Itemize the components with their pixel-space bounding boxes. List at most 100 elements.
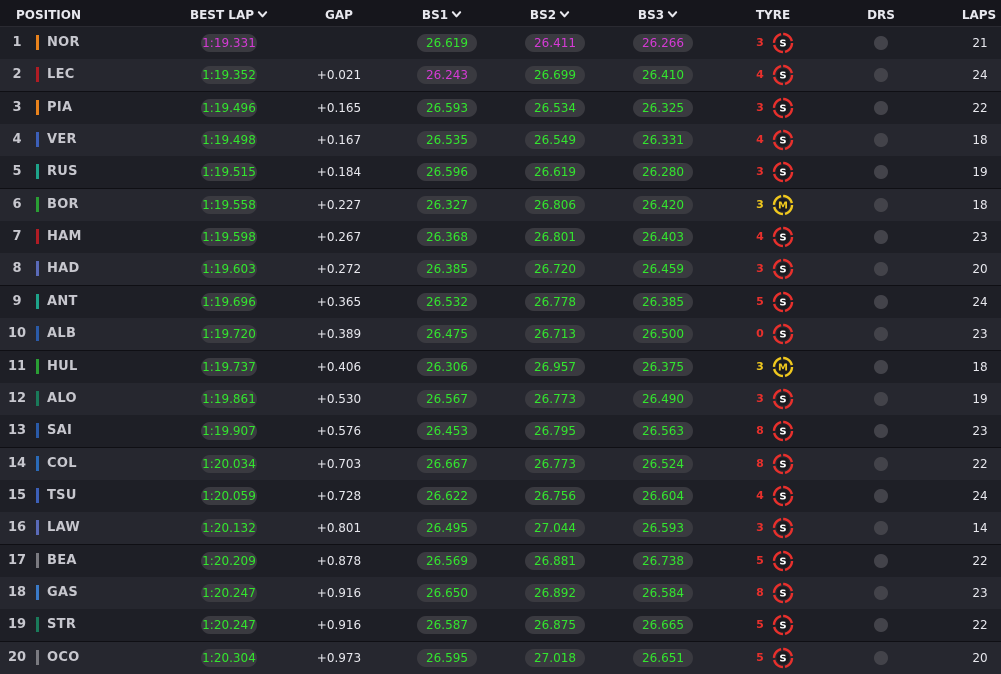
soft-tyre-icon: S — [772, 65, 794, 86]
table-row[interactable]: 8 HAD 1:19.603 +0.272 26.385 26.720 26.459 3 S 20 — [0, 253, 1001, 286]
team-color-bar — [36, 617, 39, 633]
best-lap-time: 1:20.034 — [201, 454, 257, 473]
chevron-down-icon — [451, 11, 462, 18]
position-number: 1 — [12, 35, 22, 50]
bs2-time: 26.773 — [525, 389, 585, 408]
soft-tyre-icon: S — [772, 259, 794, 280]
tyre-age: 3 — [756, 391, 764, 405]
bs2-time: 26.881 — [525, 551, 585, 570]
bs1-time: 26.595 — [417, 648, 477, 667]
table-row[interactable]: 3 PIA 1:19.496 +0.165 26.593 26.534 26.325 3 S 22 — [0, 91, 1001, 124]
bs1-time: 26.667 — [417, 454, 477, 473]
driver-code: NOR — [47, 35, 80, 50]
chevron-down-icon — [667, 11, 678, 18]
team-color-bar — [36, 293, 39, 309]
tyre-compound-letter: S — [779, 330, 786, 341]
tyre-compound-letter: S — [779, 427, 786, 438]
team-color-bar — [36, 584, 39, 600]
bs1-time: 26.453 — [417, 422, 477, 441]
tyre-compound-letter: S — [779, 653, 786, 664]
header-tyre[interactable]: TYRE — [748, 0, 798, 27]
header-gap-label: GAP — [325, 8, 353, 22]
table-row[interactable]: 13 SAI 1:19.907 +0.576 26.453 26.795 26.563 8 S 2… — [0, 415, 1001, 448]
bs3-time: 26.584 — [633, 583, 693, 602]
table-row[interactable]: 6 BOR 1:19.558 +0.227 26.327 26.806 26.420 3 M 18 — [0, 188, 1001, 221]
drs-indicator — [874, 424, 888, 439]
position-number: 10 — [7, 326, 27, 342]
drs-indicator — [874, 618, 888, 633]
team-color-bar — [36, 35, 39, 50]
gap-value: +0.728 — [316, 488, 362, 503]
table-row[interactable]: 20 OCO 1:20.304 +0.973 26.595 27.018 26.651 5 S 2… — [0, 641, 1001, 674]
table-row[interactable]: 15 TSU 1:20.059 +0.728 26.622 26.756 26.604 4 S 2… — [0, 479, 1001, 512]
bs2-time: 26.713 — [525, 325, 585, 344]
header-best-lap[interactable]: BEST LAP — [188, 0, 270, 27]
table-row[interactable]: 1 NOR 1:19.331 26.619 26.411 26.266 3 S 21 — [0, 27, 1001, 59]
table-row[interactable]: 9 ANT 1:19.696 +0.365 26.532 26.778 26.385 5 S 24 — [0, 285, 1001, 318]
bs2-time: 26.875 — [525, 616, 585, 635]
tyre-age: 3 — [756, 165, 764, 179]
team-color-bar — [36, 261, 39, 277]
soft-tyre-icon: S — [772, 485, 794, 507]
tyre-compound-letter: S — [779, 136, 786, 147]
gap-value: +0.916 — [316, 618, 362, 633]
table-row[interactable]: 17 BEA 1:20.209 +0.878 26.569 26.881 26.738 5 S 2… — [0, 544, 1001, 577]
team-color-bar — [36, 649, 39, 665]
team-color-bar — [36, 67, 39, 83]
gap-value: +0.916 — [316, 585, 362, 600]
soft-tyre-icon: S — [772, 550, 794, 571]
header-bs1[interactable]: BS1 — [412, 0, 472, 27]
position-number: 17 — [7, 552, 27, 568]
table-row[interactable]: 2 LEC 1:19.352 +0.021 26.243 26.699 26.410 4 S 24 — [0, 59, 1001, 92]
gap-value: +0.703 — [316, 456, 362, 471]
table-row[interactable]: 4 VER 1:19.498 +0.167 26.535 26.549 26.331 4 S 18 — [0, 124, 1001, 157]
team-color-bar — [36, 390, 39, 406]
header-laps[interactable]: LAPS — [958, 0, 1000, 27]
table-row[interactable]: 12 ALO 1:19.861 +0.530 26.567 26.773 26.490 3 S 1… — [0, 382, 1001, 415]
bs3-time: 26.459 — [633, 260, 693, 279]
table-row[interactable]: 19 STR 1:20.247 +0.916 26.587 26.875 26.665 5 S 2… — [0, 609, 1001, 642]
team-color-bar — [36, 164, 39, 180]
best-lap-time: 1:19.515 — [201, 163, 257, 182]
drs-indicator — [874, 488, 888, 503]
best-lap-time: 1:19.496 — [201, 98, 257, 117]
gap-value: +0.184 — [316, 165, 362, 180]
soft-tyre-icon: S — [772, 453, 794, 474]
table-row[interactable]: 10 ALB 1:19.720 +0.389 26.475 26.713 26.500 0 S 2… — [0, 318, 1001, 351]
best-lap-time: 1:19.737 — [201, 357, 257, 376]
gap-value: +0.576 — [316, 424, 362, 439]
header-gap[interactable]: GAP — [310, 0, 368, 27]
table-row[interactable]: 18 GAS 1:20.247 +0.916 26.650 26.892 26.584 8 S 2… — [0, 576, 1001, 609]
table-row[interactable]: 11 HUL 1:19.737 +0.406 26.306 26.957 26.375 3 M 1… — [0, 350, 1001, 383]
laps-count: 14 — [972, 521, 988, 536]
tyre-compound-letter: M — [778, 362, 788, 373]
tyre-compound-letter: S — [779, 621, 786, 632]
header-bs3[interactable]: BS3 — [628, 0, 688, 27]
best-lap-time: 1:19.907 — [201, 422, 257, 441]
bs3-time: 26.410 — [633, 66, 693, 85]
header-bs2[interactable]: BS2 — [520, 0, 580, 27]
bs1-time: 26.650 — [417, 583, 477, 602]
bs1-time: 26.587 — [417, 616, 477, 635]
bs2-time: 26.549 — [525, 131, 585, 150]
best-lap-time: 1:19.558 — [201, 195, 257, 214]
best-lap-time: 1:19.861 — [201, 389, 257, 408]
tyre-compound-letter: S — [779, 103, 786, 114]
bs2-time: 26.795 — [525, 422, 585, 441]
table-row[interactable]: 14 COL 1:20.034 +0.703 26.667 26.773 26.524 8 S 2… — [0, 447, 1001, 480]
driver-code: HAM — [47, 229, 82, 245]
table-row[interactable]: 7 HAM 1:19.598 +0.267 26.368 26.801 26.403 4 S 23 — [0, 221, 1001, 254]
header-drs[interactable]: DRS — [860, 0, 902, 27]
gap-value: +0.365 — [316, 294, 362, 309]
position-number: 20 — [7, 649, 27, 665]
table-row[interactable]: 5 RUS 1:19.515 +0.184 26.596 26.619 26.280 3 S 19 — [0, 156, 1001, 189]
driver-code: BEA — [47, 552, 77, 568]
tyre-age: 4 — [756, 230, 764, 244]
table-row[interactable]: 16 LAW 1:20.132 +0.801 26.495 27.044 26.593 3 S 1… — [0, 512, 1001, 545]
drs-indicator — [874, 585, 888, 600]
gap-value: +0.973 — [316, 650, 362, 665]
driver-code: VER — [47, 132, 77, 148]
header-position[interactable]: POSITION — [16, 0, 81, 27]
bs1-time: 26.368 — [417, 228, 477, 247]
tyre-age: 3 — [756, 359, 764, 373]
